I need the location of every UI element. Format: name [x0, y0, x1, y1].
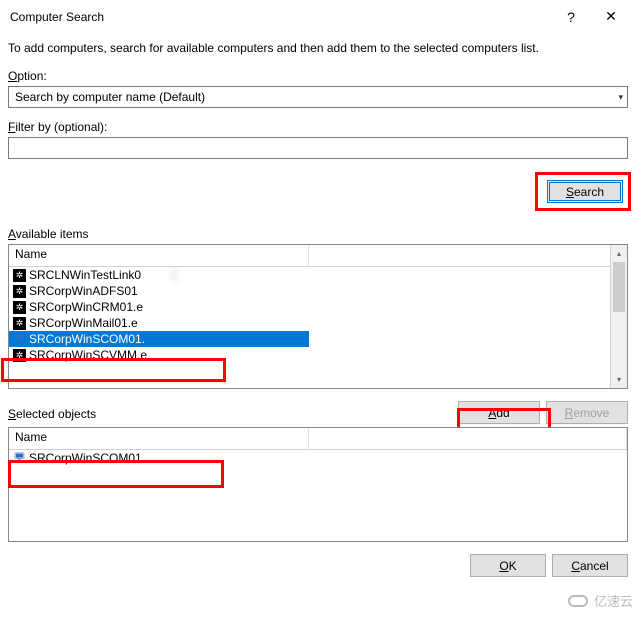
scroll-up-icon[interactable]: ▴ [611, 245, 627, 262]
column-spacer [309, 428, 627, 449]
watermark: 亿速云 [568, 591, 633, 610]
computer-icon: 🖥 [13, 452, 26, 465]
list-item-label: SRCorpWinSCOM01. [29, 332, 145, 346]
list-item-label: SRCorpWinADFS01 [29, 284, 138, 298]
search-button[interactable]: Search [547, 180, 623, 203]
filter-input[interactable] [8, 137, 628, 159]
chevron-down-icon: ▾ [618, 92, 623, 103]
computer-icon: 🖥 [13, 333, 26, 346]
list-item[interactable]: 🖥SRCorpWinSCOM01 [9, 450, 627, 466]
add-button[interactable]: Add [458, 401, 540, 424]
scroll-thumb[interactable] [613, 262, 625, 312]
list-item-label: SRCorpWinMail01.e [29, 316, 138, 330]
cancel-button[interactable]: Cancel [552, 554, 628, 577]
column-name[interactable]: Name [9, 428, 309, 449]
search-highlight-box: Search [535, 172, 631, 211]
scroll-track[interactable] [611, 262, 627, 371]
available-items-list[interactable]: Name ✲SRCLNWinTestLink0 s ✲SRCorpWinADFS… [8, 244, 628, 389]
gear-icon: ✲ [13, 269, 26, 282]
column-spacer [309, 245, 627, 266]
gear-icon: ✲ [13, 301, 26, 314]
gear-icon: ✲ [13, 349, 26, 362]
scrollbar[interactable]: ▴ ▾ [610, 245, 627, 388]
option-combo-value: Search by computer name (Default) [15, 90, 618, 104]
gear-icon: ✲ [13, 317, 26, 330]
list-item-label: SRCorpWinCRM01.e [29, 300, 143, 314]
option-label: Option: [8, 69, 629, 83]
list-item[interactable]: ✲SRCorpWinADFS01 [9, 283, 627, 299]
scroll-down-icon[interactable]: ▾ [611, 371, 627, 388]
cloud-icon [568, 593, 590, 609]
selected-objects-list[interactable]: Name 🖥SRCorpWinSCOM01 [8, 427, 628, 542]
column-name[interactable]: Name [9, 245, 309, 266]
list-item[interactable]: ✲SRCorpWinCRM01.e [9, 299, 627, 315]
close-button[interactable]: ✕ [591, 8, 631, 25]
help-button[interactable]: ? [551, 9, 591, 25]
list-item-label: SRCorpWinSCVMM.e [29, 348, 147, 362]
description-text: To add computers, search for available c… [8, 41, 629, 55]
window-title: Computer Search [10, 10, 551, 24]
selected-objects-label: Selected objects [8, 407, 458, 421]
list-item[interactable]: 🖥SRCorpWinSCOM01. [9, 331, 309, 347]
list-item[interactable]: ✲SRCorpWinSCVMM.e [9, 347, 627, 363]
option-combo[interactable]: Search by computer name (Default) ▾ [8, 86, 628, 108]
available-items-label: Available items [8, 227, 629, 241]
filter-label: Filter by (optional): [8, 120, 629, 134]
list-item[interactable]: ✲SRCorpWinMail01.e [9, 315, 627, 331]
list-header: Name [9, 245, 627, 267]
ok-button[interactable]: OK [470, 554, 546, 577]
gear-icon: ✲ [13, 285, 26, 298]
list-item-label: SRCorpWinSCOM01 [29, 451, 142, 465]
list-header: Name [9, 428, 627, 450]
list-item[interactable]: ✲SRCLNWinTestLink0 s [9, 267, 627, 283]
remove-button: Remove [546, 401, 628, 424]
list-item-label: SRCLNWinTestLink0 [29, 268, 141, 282]
